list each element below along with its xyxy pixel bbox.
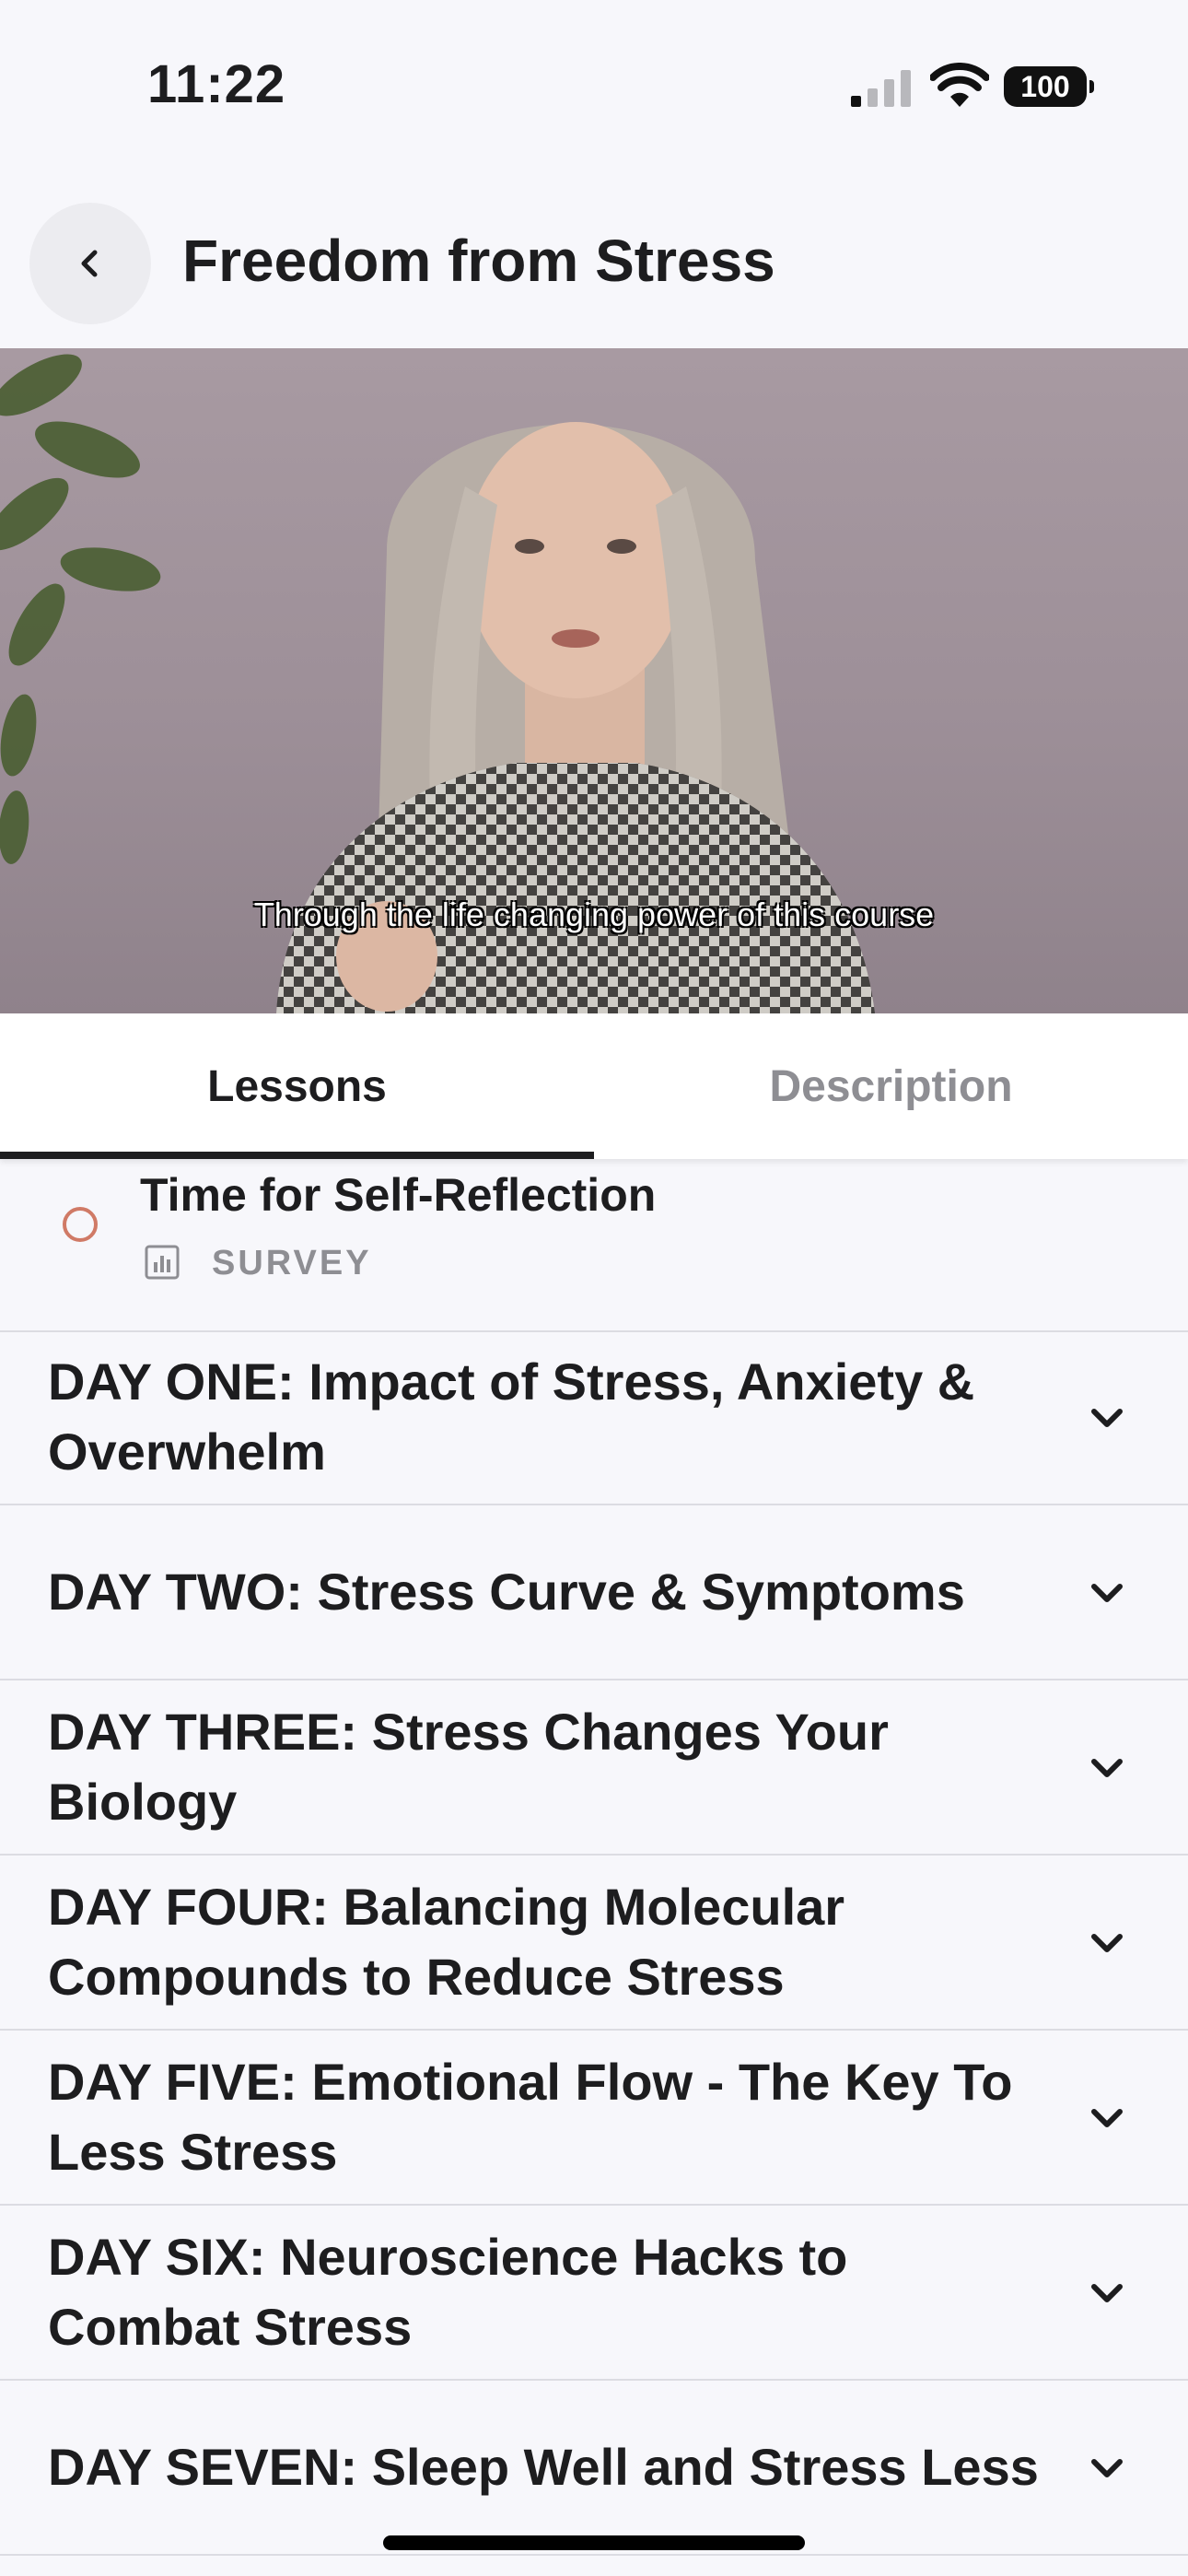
chevron-down-icon (1091, 1409, 1123, 1427)
cellular-signal-icon (851, 70, 911, 107)
day-title: DAY TWO: Stress Curve & Symptoms (48, 1563, 965, 1621)
lesson-item[interactable]: Time for Self-Reflection SURVEY (0, 1159, 1188, 1332)
battery-level: 100 (1020, 69, 1070, 103)
day-title: DAY THREE: Stress Changes Your Biology (48, 1703, 889, 1831)
day-section-six[interactable]: DAY SIX: Neuroscience Hacks to Combat St… (0, 2206, 1188, 2381)
status-bar: 11:22 100 (0, 0, 1188, 175)
tab-bar: Lessons Description (0, 1013, 1188, 1159)
lesson-type-label: SURVEY (212, 1244, 372, 1282)
wifi-icon (930, 63, 989, 107)
battery-icon: 100 (1004, 66, 1094, 107)
chevron-down-icon (1091, 2109, 1123, 2127)
status-time: 11:22 (147, 54, 286, 114)
day-title: DAY ONE: Impact of Stress, Anxiety & Ove… (48, 1352, 975, 1481)
day-section-four[interactable]: DAY FOUR: Balancing Molecular Compounds … (0, 1856, 1188, 2031)
chevron-down-icon (1091, 2459, 1123, 2477)
completion-circle-icon[interactable] (63, 1207, 98, 1242)
tab-lessons[interactable]: Lessons (0, 1013, 594, 1159)
day-title: DAY FOUR: Balancing Molecular Compounds … (48, 1878, 845, 2006)
video-caption: Through the life changing power of this … (253, 896, 935, 933)
tab-description-label: Description (769, 1061, 1013, 1111)
tab-selected-indicator (0, 1152, 594, 1159)
day-section-seven[interactable]: DAY SEVEN: Sleep Well and Stress Less (0, 2381, 1188, 2556)
chevron-down-icon (1091, 1934, 1123, 1952)
top-nav-bar: Freedom from Stress (0, 175, 1188, 348)
chevron-down-icon (1091, 2284, 1123, 2302)
chevron-left-icon (81, 250, 98, 277)
tab-description[interactable]: Description (594, 1013, 1188, 1159)
day-title: DAY SIX: Neuroscience Hacks to Combat St… (48, 2228, 848, 2356)
video-player[interactable]: Through the life changing power of this … (0, 348, 1188, 1013)
chevron-down-icon (1091, 1584, 1123, 1602)
tab-lessons-label: Lessons (207, 1061, 387, 1111)
day-section-one[interactable]: DAY ONE: Impact of Stress, Anxiety & Ove… (0, 1330, 1188, 1505)
day-title: DAY FIVE: Emotional Flow - The Key To Le… (48, 2053, 1013, 2181)
chevron-down-icon (1091, 1759, 1123, 1777)
day-section-three[interactable]: DAY THREE: Stress Changes Your Biology (0, 1680, 1188, 1856)
home-indicator (383, 2535, 805, 2550)
back-button[interactable] (29, 203, 151, 324)
day-title: DAY SEVEN: Sleep Well and Stress Less (48, 2438, 1039, 2496)
lesson-title: Time for Self-Reflection (140, 1169, 657, 1221)
day-section-five[interactable]: DAY FIVE: Emotional Flow - The Key To Le… (0, 2031, 1188, 2206)
day-section-two[interactable]: DAY TWO: Stress Curve & Symptoms (0, 1505, 1188, 1680)
bar-chart-icon (145, 1245, 180, 1280)
page-title: Freedom from Stress (182, 228, 775, 294)
